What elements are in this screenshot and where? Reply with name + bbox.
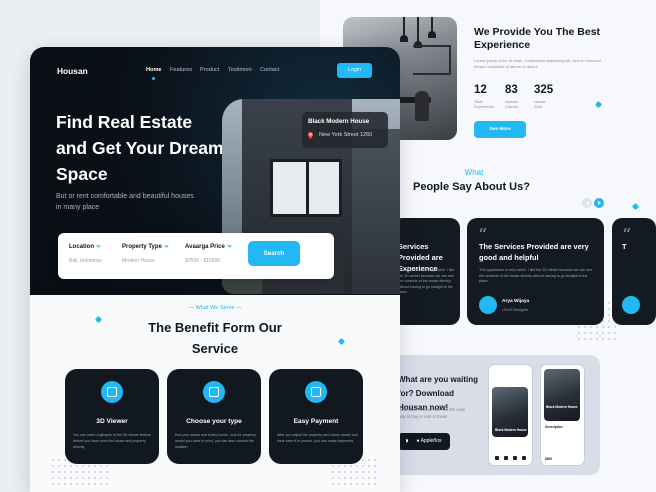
arrow-right-icon bbox=[597, 201, 601, 205]
phone-description-label: Description bbox=[545, 425, 563, 429]
logo[interactable]: Housan bbox=[57, 66, 88, 76]
benefit-text: find your dream and lovely house, look f… bbox=[175, 433, 256, 449]
nav-product[interactable]: Product bbox=[200, 67, 219, 73]
nav-contact[interactable]: Contact bbox=[260, 67, 279, 73]
wallet-icon bbox=[305, 381, 327, 403]
avatar bbox=[479, 296, 497, 314]
stat-awards: 83 Awards Gained bbox=[505, 84, 525, 109]
stat-value: 325 bbox=[534, 84, 554, 96]
property-type-value: Modern House bbox=[122, 258, 155, 264]
price-value: $7500 - $10000 bbox=[185, 258, 221, 264]
nav-home[interactable]: Home bbox=[146, 67, 162, 73]
login-button[interactable]: Login bbox=[337, 63, 372, 78]
landing-page-front: Housan Home Features Product Testimoni C… bbox=[30, 47, 400, 492]
arrow-left-icon bbox=[585, 201, 589, 205]
benefit-title-choose-type: Choose your type bbox=[186, 418, 242, 425]
phone-tab-bar bbox=[492, 454, 528, 462]
chevron-down-icon bbox=[96, 243, 101, 248]
location-value: Bali, Indonesia bbox=[69, 258, 102, 264]
stat-houses: 325 House Sold bbox=[534, 84, 554, 109]
price-dropdown[interactable]: Avaarga Price bbox=[185, 243, 232, 250]
testimonial-text: This application is very useful. I like … bbox=[398, 268, 455, 294]
app-store-button[interactable]: ● Appleños bbox=[408, 433, 450, 450]
field-label: Avaarga Price bbox=[185, 244, 225, 250]
benefit-text: After you adjust the property and house … bbox=[277, 433, 358, 443]
section-eyebrow: — What We Serve — bbox=[188, 305, 242, 311]
store-label: Appleños bbox=[420, 438, 442, 444]
carousel-prev-button[interactable] bbox=[582, 198, 592, 208]
testimonial-card: Services Provided are Experience This ap… bbox=[392, 218, 460, 325]
field-label: Location bbox=[69, 244, 94, 250]
phone-house-title: Black Modern House bbox=[546, 405, 578, 409]
search-button[interactable]: Search bbox=[248, 241, 300, 266]
phone-house-title: Black Modern House bbox=[495, 428, 527, 432]
chevron-down-icon bbox=[164, 243, 169, 248]
property-type-dropdown[interactable]: Property Type bbox=[122, 243, 169, 250]
stat-value: 83 bbox=[505, 84, 518, 96]
reviewer-role: UI/UX Designer bbox=[502, 308, 529, 312]
carousel-next-button[interactable] bbox=[594, 198, 604, 208]
testimonial-card: “ The Services Provided are very good an… bbox=[467, 218, 604, 325]
stat-value: 12 bbox=[474, 84, 487, 96]
cta-text: Download Housan and feel the easy way to… bbox=[398, 407, 466, 419]
apple-icon: ● bbox=[416, 438, 420, 444]
avatar bbox=[622, 296, 640, 314]
nav-testimoni[interactable]: Testimoni bbox=[228, 67, 252, 73]
experience-text: Lorem ipsum dolor sit amet, consectetur … bbox=[474, 58, 601, 69]
benefit-text: You can catch a glimpse of the 3D viewer… bbox=[73, 433, 151, 449]
reviewer-name: Arya Wijaya bbox=[502, 299, 530, 304]
benefit-title-easy-payment: Easy Payment bbox=[293, 418, 339, 425]
house-thumbnail bbox=[544, 369, 580, 421]
location-dropdown[interactable]: Location bbox=[69, 243, 101, 250]
testimonial-card: “ T bbox=[612, 218, 656, 325]
testimonial-heading: T bbox=[622, 242, 627, 251]
active-indicator bbox=[152, 77, 155, 80]
testimonial-heading: The Services Provided are very good and … bbox=[479, 242, 589, 262]
testimonial-text: This application is very useful. I like … bbox=[479, 268, 593, 283]
grid-select-icon bbox=[203, 381, 225, 403]
testimonial-eyebrow: What bbox=[464, 168, 484, 177]
phone-mockup: Black Modern House Description $500 bbox=[540, 364, 585, 466]
testimonial-title: People Say About Us? bbox=[413, 181, 530, 193]
stat-label: Awards Gained bbox=[505, 99, 519, 109]
badge-address: New York Street 1260 bbox=[319, 132, 373, 138]
badge-title: Black Modern House bbox=[308, 118, 370, 125]
cube-hand-icon bbox=[101, 381, 123, 403]
chevron-down-icon bbox=[227, 243, 232, 248]
benefit-title-3d-viewer: 3D Viewer bbox=[96, 418, 128, 425]
stat-experience: 12 Total Experience bbox=[474, 84, 494, 109]
see-more-button[interactable]: See More bbox=[474, 121, 526, 138]
stat-label: Total Experience bbox=[474, 99, 495, 109]
stat-label: House Sold bbox=[534, 99, 546, 109]
hero-subtitle: But or rent comfortable and beautiful ho… bbox=[56, 193, 194, 211]
nav-features[interactable]: Features bbox=[170, 67, 192, 73]
experience-title: We Provide You The Best Experience bbox=[474, 26, 601, 51]
hero-title: Find Real Estate and Get Your Dream Spac… bbox=[56, 112, 224, 184]
location-pin-icon bbox=[308, 132, 313, 139]
phone-mockup: Black Modern House bbox=[488, 364, 533, 466]
benefit-title: The Benefit Form Our Service bbox=[148, 320, 282, 356]
phone-price: $500 bbox=[545, 457, 553, 461]
field-label: Property Type bbox=[122, 244, 162, 250]
